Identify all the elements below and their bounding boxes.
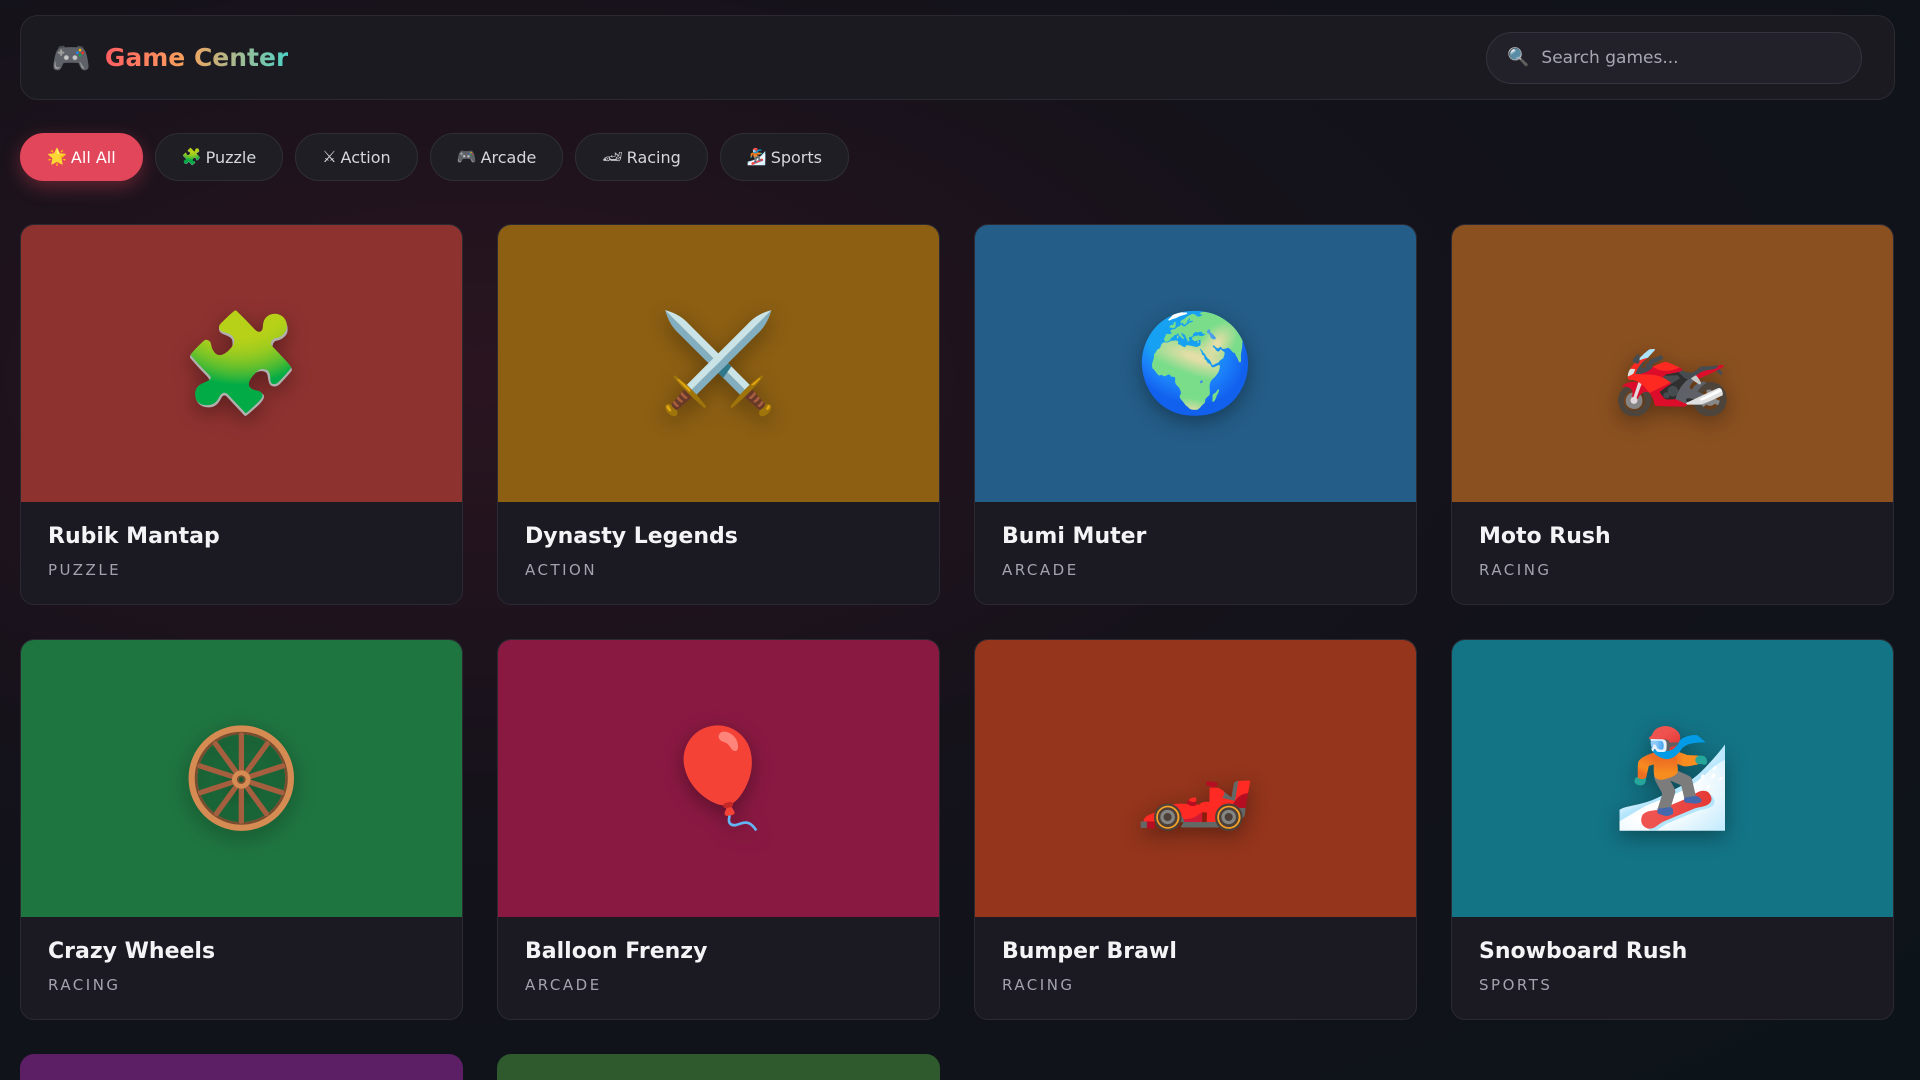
filter-label: All All xyxy=(70,147,116,167)
filter-label: Puzzle xyxy=(205,147,257,167)
filter-label: Sports xyxy=(770,147,822,167)
game-title: Moto Rush xyxy=(1479,524,1611,549)
game-thumbnail[interactable]: 🏂 xyxy=(1452,640,1893,917)
race-car-icon: 🏎 xyxy=(602,147,623,166)
snowboarder-icon: 🏂 xyxy=(1612,724,1733,832)
game-category: RACING xyxy=(48,976,121,994)
game-thumbnail[interactable]: 🎈 xyxy=(498,640,939,917)
filter-chip-all-all[interactable]: 🌟 All All xyxy=(20,133,143,181)
game-title: Balloon Frenzy xyxy=(525,939,708,964)
category-filters: 🌟 All All 🧩 Puzzle ⚔ Action 🎮 Arcade 🏎 Racing 🏂 Spo… xyxy=(20,133,849,181)
filter-chip-puzzle[interactable]: 🧩 Puzzle xyxy=(154,133,284,181)
game-card-partial[interactable] xyxy=(497,1054,940,1080)
game-category: ARCADE xyxy=(1002,561,1079,579)
glowing-star-icon: 🌟 xyxy=(47,147,67,166)
filter-chip-action[interactable]: ⚔ Action xyxy=(295,133,418,181)
filter-label: Action xyxy=(340,147,391,167)
game-info: Crazy Wheels RACING xyxy=(21,917,462,1016)
game-category: ARCADE xyxy=(525,976,602,994)
game-title: Dynasty Legends xyxy=(525,524,738,549)
game-thumbnail[interactable]: ⚔️ xyxy=(498,225,939,502)
game-info: Balloon Frenzy ARCADE xyxy=(498,917,939,1016)
game-info: Moto Rush RACING xyxy=(1452,502,1893,601)
game-category: SPORTS xyxy=(1479,976,1553,994)
game-thumbnail[interactable]: 🌍 xyxy=(975,225,1416,502)
brand[interactable]: 🎮 Game Center xyxy=(51,42,288,74)
puzzle-piece-icon: 🧩 xyxy=(181,147,202,166)
search-icon: 🔍 xyxy=(1507,47,1530,67)
game-card[interactable]: 🌍 Bumi Muter ARCADE xyxy=(974,224,1417,605)
game-title: Rubik Mantap xyxy=(48,524,220,549)
app-title: Game Center xyxy=(104,43,289,72)
game-title: Crazy Wheels xyxy=(48,939,216,964)
search-input[interactable] xyxy=(1541,47,1841,68)
game-category: ACTION xyxy=(525,561,598,579)
game-card[interactable]: 🛞 Crazy Wheels RACING xyxy=(20,639,463,1020)
game-thumbnail[interactable]: 🧩 xyxy=(21,225,462,502)
search-box[interactable]: 🔍 xyxy=(1486,31,1862,84)
game-card[interactable]: 🏂 Snowboard Rush SPORTS xyxy=(1451,639,1894,1020)
puzzle-piece-icon: 🧩 xyxy=(181,309,302,417)
game-category: RACING xyxy=(1479,561,1552,579)
game-thumbnail[interactable]: 🛞 xyxy=(21,640,462,917)
game-info: Bumi Muter ARCADE xyxy=(975,502,1416,601)
game-thumbnail[interactable]: 🏍️ xyxy=(1452,225,1893,502)
game-info: Bumper Brawl RACING xyxy=(975,917,1416,1016)
filter-chip-arcade[interactable]: 🎮 Arcade xyxy=(429,133,564,181)
snowboarder-icon: 🏂 xyxy=(746,147,767,166)
game-controller-icon: 🎮 xyxy=(51,39,91,76)
game-info: Rubik Mantap PUZZLE xyxy=(21,502,462,601)
motorcycle-icon: 🏍️ xyxy=(1612,309,1733,417)
game-title: Bumi Muter xyxy=(1002,524,1147,549)
crossed-swords-icon: ⚔️ xyxy=(658,309,779,417)
game-card[interactable]: 🧩 Rubik Mantap PUZZLE xyxy=(20,224,463,605)
crossed-swords-icon: ⚔ xyxy=(322,147,337,166)
game-controller-icon: 🎮 xyxy=(456,147,477,166)
game-info: Dynasty Legends ACTION xyxy=(498,502,939,601)
game-category: PUZZLE xyxy=(48,561,122,579)
game-card[interactable]: 🏍️ Moto Rush RACING xyxy=(1451,224,1894,605)
balloon-icon: 🎈 xyxy=(658,724,779,832)
game-card[interactable]: 🏎️ Bumper Brawl RACING xyxy=(974,639,1417,1020)
filter-chip-racing[interactable]: 🏎 Racing xyxy=(575,133,708,181)
game-title: Bumper Brawl xyxy=(1002,939,1177,964)
game-center-app: 🎮 Game Center 🔍 🌟All All🧩Puzzle⚔Action🎮A… xyxy=(0,0,1920,1080)
globe-icon: 🌍 xyxy=(1135,309,1256,417)
game-card[interactable]: ⚔️ Dynasty Legends ACTION xyxy=(497,224,940,605)
filter-label: Racing xyxy=(626,147,681,167)
games-grid: 🧩 Rubik Mantap PUZZLE ⚔️ Dynasty Legends ACTI… xyxy=(20,224,1895,1080)
game-thumbnail[interactable]: 🏎️ xyxy=(975,640,1416,917)
game-info: Snowboard Rush SPORTS xyxy=(1452,917,1893,1016)
filter-chip-sports[interactable]: 🏂 Sports xyxy=(719,133,849,181)
game-category: RACING xyxy=(1002,976,1075,994)
filter-label: Arcade xyxy=(480,147,537,167)
race-car-icon: 🏎️ xyxy=(1135,724,1256,832)
wheel-icon: 🛞 xyxy=(181,724,302,832)
top-bar: 🎮 Game Center 🔍 xyxy=(20,15,1895,100)
game-title: Snowboard Rush xyxy=(1479,939,1688,964)
game-card[interactable]: 🎈 Balloon Frenzy ARCADE xyxy=(497,639,940,1020)
game-card-partial[interactable] xyxy=(20,1054,463,1080)
